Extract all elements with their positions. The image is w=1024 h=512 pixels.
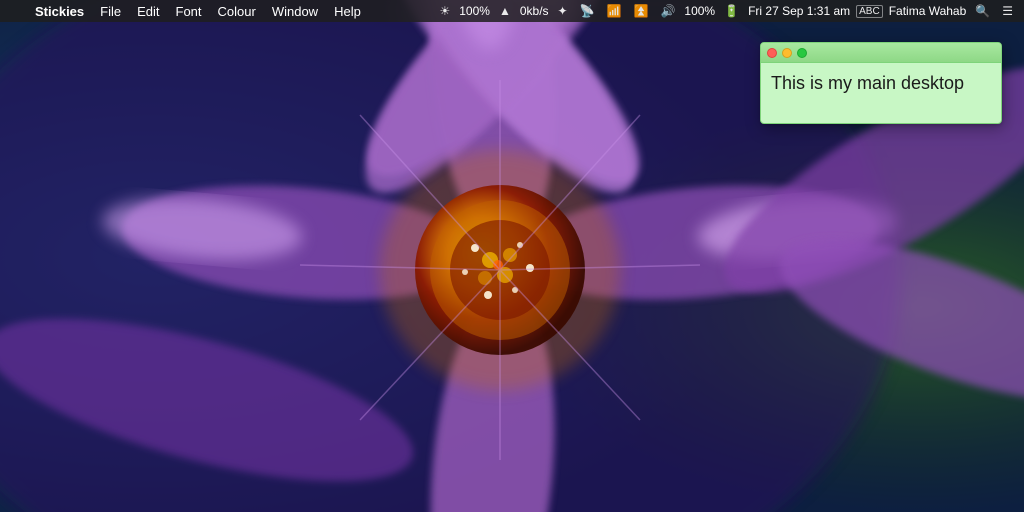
app-name-menu[interactable]: Stickies xyxy=(28,3,91,20)
dict-icon[interactable]: ABC xyxy=(856,5,883,18)
bluetooth-icon[interactable]: ✦ xyxy=(555,4,571,18)
file-menu[interactable]: File xyxy=(93,3,128,20)
brightness-icon[interactable]: ☀ xyxy=(436,4,453,18)
airdrop-icon[interactable]: 📡 xyxy=(577,4,598,18)
battery-percent: 100% xyxy=(684,4,715,18)
network-upload-icon: ▲ xyxy=(496,4,514,18)
edit-menu[interactable]: Edit xyxy=(130,3,166,20)
font-menu[interactable]: Font xyxy=(169,3,209,20)
sticky-maximize-button[interactable] xyxy=(797,48,807,58)
colour-menu[interactable]: Colour xyxy=(211,3,263,20)
notification-icon[interactable]: ☰ xyxy=(999,4,1016,18)
network-speed: 0kb/s xyxy=(520,4,549,18)
sticky-minimize-button[interactable] xyxy=(782,48,792,58)
battery-icon: 🔋 xyxy=(721,4,742,18)
apple-menu[interactable] xyxy=(8,10,24,12)
sticky-note-content[interactable]: This is my main desktop xyxy=(761,63,1001,123)
search-icon[interactable]: 🔍 xyxy=(972,4,993,18)
wifi-icon[interactable]: 📶 xyxy=(604,4,625,18)
sticky-note[interactable]: This is my main desktop xyxy=(760,42,1002,124)
menu-bar: Stickies File Edit Font Colour Window He… xyxy=(0,0,1024,22)
datetime-display: Fri 27 Sep 1:31 am xyxy=(748,4,850,18)
menubar-left: Stickies File Edit Font Colour Window He… xyxy=(8,3,436,20)
volume-icon[interactable]: 🔊 xyxy=(657,4,678,18)
time-machine-icon[interactable]: ⏫ xyxy=(631,4,652,18)
menubar-right: ☀ 100% ▲ 0kb/s ✦ 📡 📶 ⏫ 🔊 100% 🔋 Fri 27 S… xyxy=(436,4,1016,18)
sticky-close-button[interactable] xyxy=(767,48,777,58)
window-menu[interactable]: Window xyxy=(265,3,325,20)
help-menu[interactable]: Help xyxy=(327,3,368,20)
username-display[interactable]: Fatima Wahab xyxy=(889,4,967,18)
brightness-percent: 100% xyxy=(459,4,490,18)
sticky-titlebar xyxy=(761,43,1001,63)
